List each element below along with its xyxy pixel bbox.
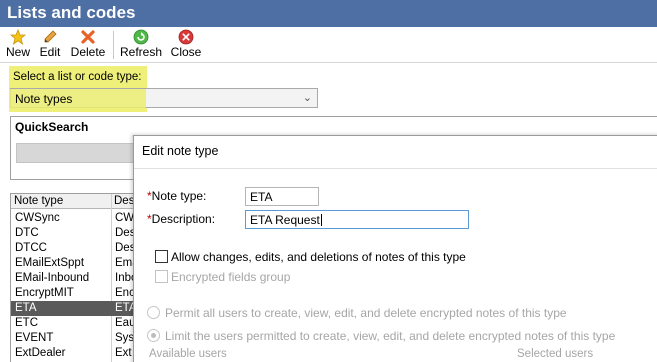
list-type-label: Select a list or code type: [13,71,142,83]
note-type-value: ETA [250,190,273,204]
text-caret [320,214,322,226]
pencil-icon [44,30,57,43]
description-label-text: Description: [151,212,216,226]
edit-note-type-dialog [133,135,657,362]
edit-button[interactable]: Edit [37,29,63,61]
refresh-icon [133,29,149,45]
row-note-type: EncryptMIT [15,287,74,299]
table-row[interactable]: DTCC Des [11,241,149,256]
window-title: Lists and codes [7,3,136,22]
description-field-label: *Description: [147,212,215,226]
close-button[interactable]: Close [169,29,203,61]
dialog-title: Edit note type [142,144,219,158]
row-note-type: ExtDealer [15,347,66,359]
row-note-type: ETA [15,302,37,314]
note-types-grid: Note type Desc CWSync CW DTC Des DTCC Des E… [10,193,150,362]
close-icon [178,29,194,45]
table-row[interactable]: ExtDealer Ext [11,346,149,361]
row-description: CW [115,212,135,224]
title-bar: Lists and codes [0,0,657,27]
delete-label: Delete [70,45,106,59]
star-icon [10,29,26,45]
encrypted-group-label: Encrypted fields group [171,270,291,284]
row-note-type: DTC [15,227,39,239]
allow-changes-label: Allow changes, edits, and deletions of n… [171,250,466,264]
limit-users-label: Limit the users permitted to create, vie… [165,329,616,343]
note-type-input[interactable]: ETA [245,187,319,206]
selected-users-caption: Selected users [517,348,594,360]
edit-label: Edit [39,45,61,59]
table-row[interactable]: EMail-Inbound Inbo [11,271,149,286]
list-type-value: Note types [15,92,73,106]
table-row-selected[interactable]: ETA ETA [11,301,149,316]
encrypted-group-checkbox[interactable] [155,270,168,283]
toolbar-divider [113,31,114,59]
close-label: Close [170,45,202,59]
row-note-type: CWSync [15,212,60,224]
table-row[interactable]: EncryptMIT Encr [11,286,149,301]
column-header-note-type[interactable]: Note type [14,195,63,207]
new-label: New [5,45,30,59]
chevron-down-icon[interactable]: ⌄ [303,91,312,104]
dialog-divider [134,168,657,169]
table-row[interactable]: CWSync CW [11,211,149,226]
description-input[interactable]: ETA Request [245,210,469,229]
row-note-type: EMailExtSppt [15,257,85,269]
table-row[interactable]: DTC Des [11,226,149,241]
grid-header: Note type Desc [11,194,149,209]
limit-users-radio[interactable] [147,329,160,342]
row-note-type: EVENT [15,332,54,344]
toolbar: New Edit Delete Refresh Close [0,27,657,63]
description-value: ETA Request [250,213,320,227]
table-row[interactable]: EMailExtSppt Ema [11,256,149,271]
new-button[interactable]: New [4,29,32,61]
quicksearch-input[interactable] [16,143,146,163]
list-type-select[interactable]: Note types ⌄ [10,88,318,108]
refresh-button[interactable]: Refresh [119,29,163,61]
row-note-type: EMail-Inbound [15,272,90,284]
note-type-field-label: *Note type: [147,189,206,203]
row-note-type: DTCC [15,242,47,254]
note-type-label-text: Note type: [151,189,207,203]
quicksearch-title: QuickSearch [15,120,89,134]
table-row[interactable]: EVENT Sys [11,331,149,346]
row-description: Ext [115,347,132,359]
permit-all-label: Permit all users to create, view, edit, … [165,306,567,320]
available-users-caption: Available users [149,348,227,360]
row-description: Sys [115,332,135,344]
delete-x-icon [81,30,95,44]
table-row[interactable]: ETC Eau [11,316,149,331]
permit-all-radio[interactable] [147,306,160,319]
refresh-label: Refresh [119,45,163,59]
delete-button[interactable]: Delete [69,29,107,61]
row-note-type: ETC [15,317,38,329]
allow-changes-checkbox[interactable] [155,250,168,263]
